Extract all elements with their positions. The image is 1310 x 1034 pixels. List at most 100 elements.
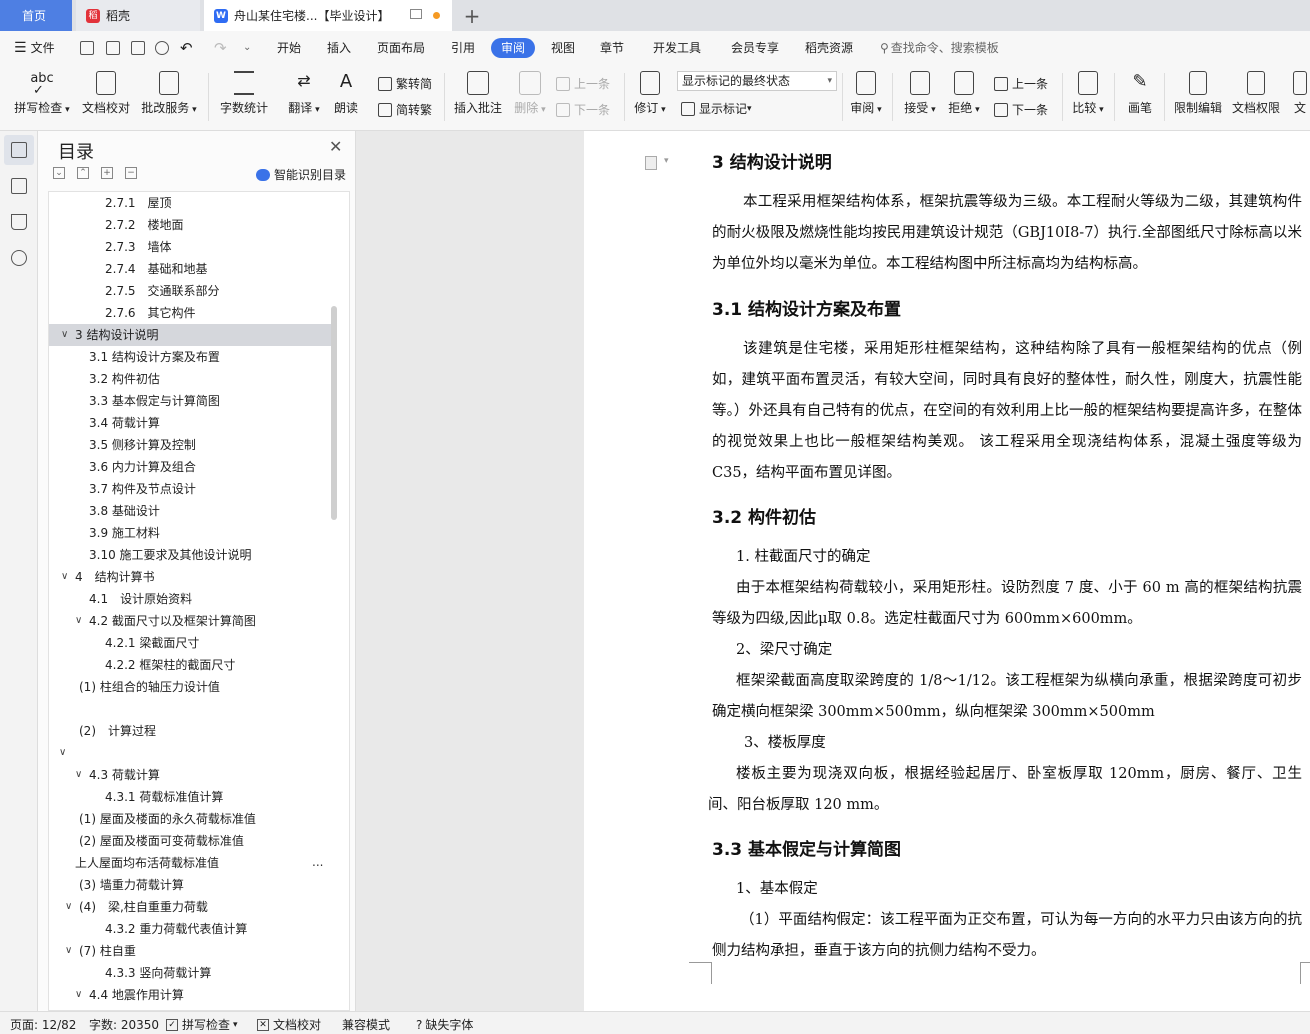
translate-button[interactable]: ⇄ 翻译 ▾	[286, 71, 322, 116]
toc-item[interactable]: (1) 屋面及楼面的永久荷载标准值	[49, 808, 331, 830]
paragraph-menu-icon[interactable]	[645, 156, 657, 170]
toc-item[interactable]: ∨ 4.4 地震作用计算	[49, 984, 331, 1006]
menu-references[interactable]: 引用	[451, 31, 475, 65]
toc-scrollbar[interactable]	[331, 306, 337, 520]
toc-item[interactable]: 2.7.3 墙体	[49, 236, 331, 258]
menu-page-layout[interactable]: 页面布局	[377, 31, 425, 65]
monitor-icon[interactable]	[410, 9, 422, 19]
collapse-all-icon[interactable]: ⌄	[53, 167, 65, 179]
toc-item[interactable]: ∨ (7) 柱自重	[49, 940, 331, 962]
toc-item[interactable]: ∨ 4.2 截面尺寸以及框架计算简图	[49, 610, 331, 632]
print-icon[interactable]	[131, 41, 145, 55]
prev-comment-button[interactable]: 上一条	[556, 75, 610, 92]
command-search[interactable]: ⚲ 查找命令、搜索模板	[880, 31, 999, 65]
spell-check-button[interactable]: abc ✓ 拼写检查 ▾	[12, 71, 72, 116]
compare-button[interactable]: 比较 ▾	[1070, 71, 1106, 116]
bookmark-icon[interactable]	[11, 214, 27, 230]
menu-chapter[interactable]: 章节	[600, 31, 624, 65]
batch-service-button[interactable]: 批改服务 ▾	[140, 71, 198, 116]
tab-document[interactable]: W 舟山某住宅楼...【毕业设计】	[204, 0, 452, 31]
undo-icon[interactable]: ↶	[180, 31, 193, 65]
toc-item[interactable]: ∨ 4.3 荷载计算	[49, 764, 331, 786]
chevron-down-icon[interactable]: ∨	[61, 324, 68, 346]
menu-view[interactable]: 视图	[551, 31, 575, 65]
trad-to-simp-button[interactable]: 繁转简	[378, 75, 432, 92]
document-permission-button[interactable]: 文档权限	[1230, 71, 1282, 116]
redo-icon[interactable]: ↷	[214, 31, 227, 65]
chevron-down-icon[interactable]: ▾	[664, 156, 669, 166]
file-menu[interactable]: ☰ 文件	[14, 31, 55, 65]
document-proof-button[interactable]: 文档校对	[80, 71, 132, 116]
toc-item[interactable]: 2.7.6 其它构件	[49, 302, 331, 324]
toc-item[interactable]: 4.2.1 梁截面尺寸	[49, 632, 331, 654]
remove-heading-icon[interactable]: −	[125, 167, 137, 179]
chevron-down-icon[interactable]: ∨	[65, 896, 72, 918]
toc-item[interactable]: 3.1 结构设计方案及布置	[49, 346, 331, 368]
smart-toc-button[interactable]: 智能识别目录	[256, 166, 346, 183]
next-change-button[interactable]: 下一条	[994, 101, 1048, 118]
tab-daoke[interactable]: 稻 稻壳	[76, 0, 200, 31]
chapter-nav-icon[interactable]	[11, 178, 27, 194]
read-aloud-button[interactable]: A 朗读	[330, 71, 362, 116]
accept-button[interactable]: 接受 ▾	[902, 71, 938, 116]
menu-member[interactable]: 会员专享	[731, 31, 779, 65]
toc-item[interactable]: ∨	[49, 742, 331, 764]
toc-item[interactable]: (3) 墙重力荷载计算	[49, 874, 331, 896]
add-heading-icon[interactable]: +	[101, 167, 113, 179]
chevron-down-icon[interactable]: ∨	[65, 940, 72, 962]
export-pdf-icon[interactable]	[106, 41, 120, 55]
toc-item[interactable]: 4.3.1 荷载标准值计算	[49, 786, 331, 808]
status-proof[interactable]: ✕ 文档校对	[257, 1016, 321, 1033]
chevron-down-icon[interactable]: ∨	[61, 566, 68, 588]
more-ribbon-button[interactable]: 文	[1290, 71, 1310, 116]
chevron-down-icon[interactable]: ∨	[59, 742, 66, 764]
prev-change-button[interactable]: 上一条	[994, 75, 1048, 92]
toc-item[interactable]: 2.7.5 交通联系部分	[49, 280, 331, 302]
toc-item[interactable]: 上人屋面均布活荷载标准值	[49, 852, 331, 874]
toc-item[interactable]: 3.8 基础设计	[49, 500, 331, 522]
toc-item[interactable]: 2.7.2 楼地面	[49, 214, 331, 236]
chevron-down-icon[interactable]: ∨	[75, 764, 82, 786]
pen-button[interactable]: ✎ 画笔	[1124, 71, 1156, 116]
markup-state-select[interactable]: 显示标记的最终状态 ▾	[677, 71, 837, 91]
toc-item[interactable]: 4.2.2 框架柱的截面尺寸	[49, 654, 331, 676]
more-options-icon[interactable]: ...	[312, 855, 323, 869]
menu-review[interactable]: 审阅	[491, 38, 536, 58]
toc-item[interactable]: 3.7 构件及节点设计	[49, 478, 331, 500]
word-count-indicator[interactable]: 字数: 20350	[89, 1016, 159, 1033]
toc-item[interactable]: 3.5 侧移计算及控制	[49, 434, 331, 456]
tab-home[interactable]: 首页	[0, 0, 72, 31]
toc-item[interactable]: (1) 柱组合的轴压力设计值	[49, 676, 331, 698]
track-changes-button[interactable]: 修订 ▾	[632, 71, 668, 116]
toc-item[interactable]: (2) 屋面及楼面可变荷载标准值	[49, 830, 331, 852]
toc-item[interactable]: ∨ (4) 梁,柱自重重力荷载	[49, 896, 331, 918]
toc-item[interactable]: 2.7.4 基础和地基	[49, 258, 331, 280]
toc-item[interactable]: 3.9 施工材料	[49, 522, 331, 544]
toc-item[interactable]: 4.3.3 竖向荷载计算	[49, 962, 331, 984]
expand-up-icon[interactable]: ⌃	[77, 167, 89, 179]
simp-to-trad-button[interactable]: 简转繁	[378, 101, 432, 118]
print-preview-icon[interactable]	[155, 41, 169, 55]
toc-item[interactable]: (2) 计算过程	[49, 720, 331, 742]
restrict-editing-button[interactable]: 限制编辑	[1172, 71, 1224, 116]
toc-item[interactable]: 4.3.2 重力荷载代表值计算	[49, 918, 331, 940]
review-pane-button[interactable]: 审阅 ▾	[848, 71, 884, 116]
menu-insert[interactable]: 插入	[327, 31, 351, 65]
show-markup-button[interactable]: 显示标记 ▾	[681, 100, 752, 117]
close-icon[interactable]: ✕	[329, 137, 342, 156]
menu-daoke-resources[interactable]: 稻壳资源	[805, 31, 853, 65]
menu-start[interactable]: 开始	[277, 31, 301, 65]
menu-developer[interactable]: 开发工具	[653, 31, 701, 65]
search-icon[interactable]	[11, 250, 27, 266]
toc-item[interactable]: 2.7.1 屋顶	[49, 192, 331, 214]
toc-item[interactable]: 4.1 设计原始资料	[49, 588, 331, 610]
next-comment-button[interactable]: 下一条	[556, 101, 610, 118]
missing-font-button[interactable]: ? 缺失字体	[416, 1016, 473, 1033]
word-count-button[interactable]: 字数统计	[218, 71, 270, 116]
page-indicator[interactable]: 页面: 12/82	[10, 1016, 76, 1033]
insert-comment-button[interactable]: 插入批注	[452, 71, 504, 116]
chevron-down-icon[interactable]: ∨	[75, 610, 82, 632]
toc-item[interactable]: ∨ 3 结构设计说明	[49, 324, 331, 346]
reject-button[interactable]: 拒绝 ▾	[946, 71, 982, 116]
save-icon[interactable]	[80, 41, 94, 55]
